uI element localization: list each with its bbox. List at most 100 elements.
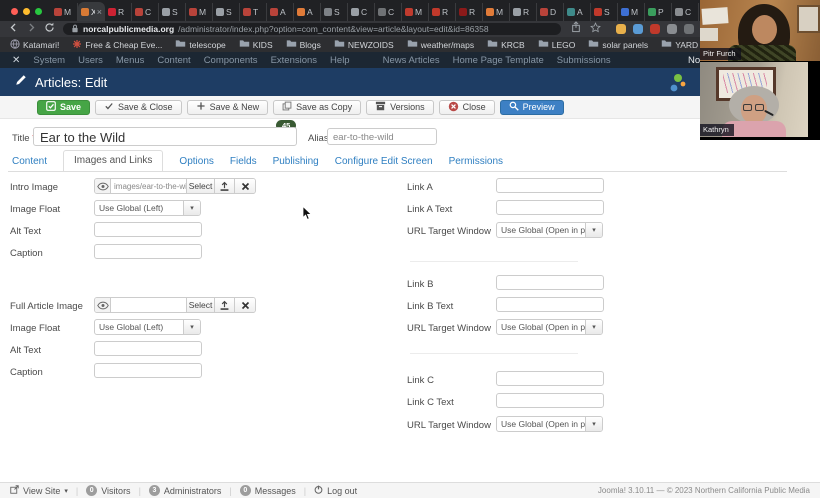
browser-tab[interactable]: M [402, 3, 429, 21]
image-path-input[interactable] [111, 298, 186, 312]
reload-icon[interactable] [44, 20, 55, 38]
browser-tab[interactable]: C [375, 3, 402, 21]
close-window-button[interactable] [11, 8, 18, 15]
url-target-window-select[interactable]: Use Global (Open in parent w…▾ [496, 416, 603, 432]
browser-tab[interactable]: M [186, 3, 213, 21]
admin-menu-item[interactable]: Content [157, 55, 190, 66]
back-icon[interactable] [8, 20, 19, 38]
browser-tab[interactable]: R [105, 3, 132, 21]
logout-button[interactable]: Log out [314, 485, 357, 496]
visitors-counter[interactable]: 0Visitors [86, 485, 130, 496]
link-a-text-input[interactable] [496, 200, 604, 215]
link-b-input[interactable] [496, 275, 604, 290]
browser-tab[interactable]: S [213, 3, 240, 21]
view-site-button[interactable]: View Site▾ [10, 485, 68, 496]
browser-tab[interactable]: S [321, 3, 348, 21]
preview-eye-button[interactable] [95, 298, 111, 312]
extension-icon[interactable] [684, 24, 694, 34]
share-icon[interactable] [571, 20, 581, 38]
link-c-input[interactable] [496, 371, 604, 386]
browser-tab[interactable]: R [429, 3, 456, 21]
caption-input[interactable] [94, 244, 202, 259]
link-b-text-input[interactable] [496, 297, 604, 312]
select-image-button[interactable]: Select [186, 298, 214, 312]
form-tab-configure-edit-screen[interactable]: Configure Edit Screen [335, 156, 433, 171]
bookmark-item[interactable]: solar panels [588, 39, 648, 50]
browser-tab[interactable]: A [294, 3, 321, 21]
admin-menu-item[interactable]: Help [330, 55, 350, 66]
video-feed-participant-1[interactable]: Pitr Furch [700, 0, 820, 61]
browser-tab[interactable]: T [240, 3, 267, 21]
bookmark-item[interactable]: telescope [175, 39, 225, 50]
chevron-down-icon[interactable]: ▾ [585, 320, 602, 334]
video-feed-participant-2[interactable]: Kathryn [700, 62, 808, 137]
admin-menu-item[interactable]: Home Page Template [453, 55, 544, 66]
browser-tab[interactable]: C [132, 3, 159, 21]
forward-icon[interactable] [26, 20, 37, 38]
browser-tab[interactable]: R [456, 3, 483, 21]
chevron-down-icon[interactable]: ▾ [585, 417, 602, 431]
bookmark-item[interactable]: Free & Cheap Eve... [72, 39, 162, 51]
save-new-button[interactable]: Save & New [187, 100, 269, 115]
bookmark-star-icon[interactable] [590, 20, 601, 38]
address-bar[interactable]: norcalpublicmedia.org/administrator/inde… [63, 23, 561, 35]
extension-icon[interactable] [650, 24, 660, 34]
form-tab-fields[interactable]: Fields [230, 156, 257, 171]
extension-icon[interactable] [616, 24, 626, 34]
select-image-button[interactable]: Select [186, 179, 214, 193]
form-tab-publishing[interactable]: Publishing [273, 156, 319, 171]
messages-counter[interactable]: 0Messages [240, 485, 296, 496]
browser-tab[interactable]: R [510, 3, 537, 21]
image-float-select[interactable]: Use Global (Left)▾ [94, 319, 201, 335]
bookmark-item[interactable]: KIDS [239, 39, 273, 50]
form-tab-content[interactable]: Content [12, 156, 47, 171]
close-button[interactable]: Close [439, 100, 495, 115]
browser-tab[interactable]: A [267, 3, 294, 21]
form-tab-images-and-links[interactable]: Images and Links [63, 150, 163, 172]
clear-x-icon[interactable] [234, 179, 255, 193]
browser-tab[interactable]: C [672, 3, 699, 21]
title-input[interactable]: Ear to the Wild [33, 127, 297, 146]
alt-text-input[interactable] [94, 341, 202, 356]
link-a-input[interactable] [496, 178, 604, 193]
bookmark-item[interactable]: weather/maps [407, 39, 474, 50]
save-close-button[interactable]: Save & Close [95, 100, 182, 115]
upload-icon[interactable] [214, 179, 234, 193]
admin-menu-item[interactable]: Submissions [557, 55, 611, 66]
preview-eye-button[interactable] [95, 179, 111, 193]
browser-tab[interactable]: M [618, 3, 645, 21]
alias-input[interactable]: ear-to-the-wild [327, 128, 437, 145]
alt-text-input[interactable] [94, 222, 202, 237]
admin-menu-item[interactable]: Components [204, 55, 258, 66]
extension-icon[interactable] [667, 24, 677, 34]
bookmark-item[interactable]: KRCB [487, 39, 525, 50]
bookmark-item[interactable]: LEGO [538, 39, 576, 50]
url-target-window-select[interactable]: Use Global (Open in parent w…▾ [496, 319, 603, 335]
admin-menu-item[interactable]: Menus [116, 55, 145, 66]
preview-button[interactable]: Preview [500, 100, 564, 115]
save-as-copy-button[interactable]: Save as Copy [273, 100, 361, 115]
browser-tab[interactable]: X× [78, 2, 105, 21]
admin-menu-item[interactable]: Users [78, 55, 103, 66]
image-path-input[interactable]: images/ear-to-the-wild-a [111, 179, 186, 193]
image-float-select[interactable]: Use Global (Left)▾ [94, 200, 201, 216]
browser-tab[interactable]: M [51, 3, 78, 21]
admin-menu-item[interactable]: Extensions [271, 55, 317, 66]
browser-tab[interactable]: A [564, 3, 591, 21]
clear-x-icon[interactable] [234, 298, 255, 312]
form-tab-options[interactable]: Options [179, 156, 213, 171]
chevron-down-icon[interactable]: ▾ [183, 320, 200, 334]
save-button[interactable]: Save [37, 100, 90, 115]
tab-close-icon[interactable]: × [97, 7, 102, 17]
browser-tab[interactable]: M [483, 3, 510, 21]
admin-menu-item[interactable]: System [33, 55, 65, 66]
bookmark-item[interactable]: Katamari! [10, 39, 59, 51]
browser-tab[interactable]: S [591, 3, 618, 21]
browser-tab[interactable]: S [159, 3, 186, 21]
zoom-window-button[interactable] [35, 8, 42, 15]
form-tab-permissions[interactable]: Permissions [449, 156, 503, 171]
upload-icon[interactable] [214, 298, 234, 312]
minimize-window-button[interactable] [23, 8, 30, 15]
bookmark-item[interactable]: YARD [661, 39, 698, 50]
extension-icon[interactable] [633, 24, 643, 34]
